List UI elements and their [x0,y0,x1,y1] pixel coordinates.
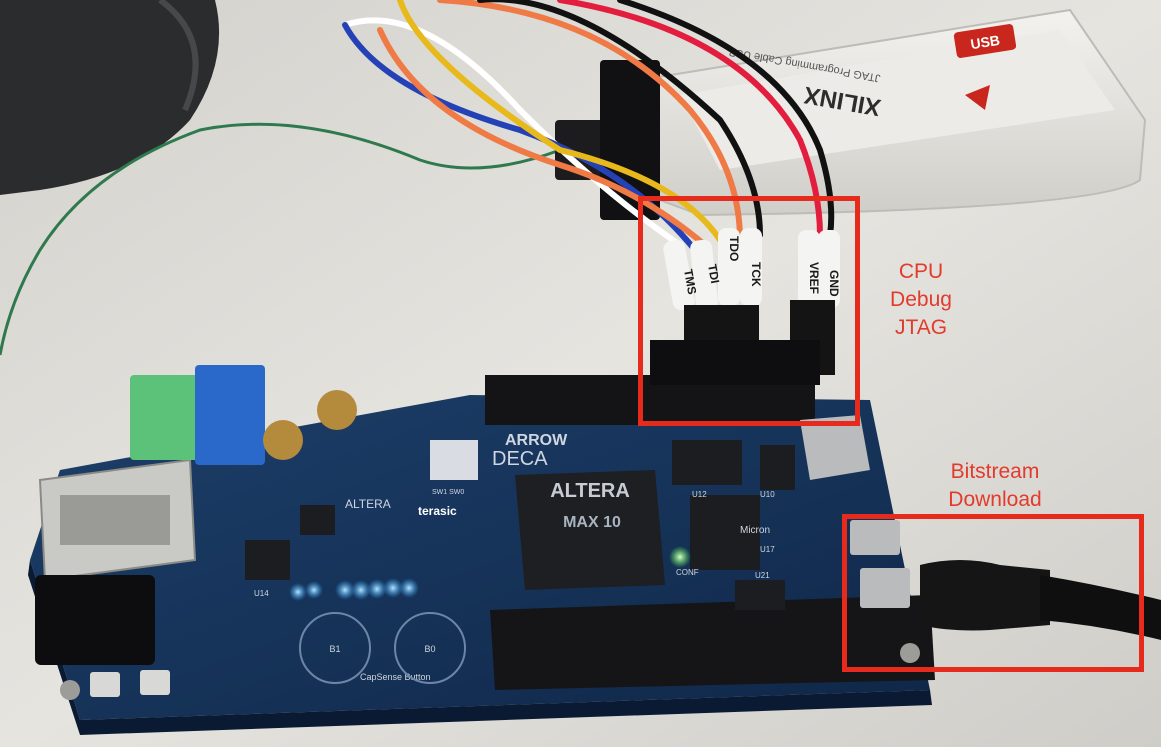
capsense-b1-label: B1 [329,644,340,654]
push-button-1 [90,672,120,697]
fpga-vendor-logo: ALTERA [550,480,630,502]
jtag-highlight-box [638,196,860,426]
jtag-callout-label: CPU Debug JTAG [890,260,952,339]
power-jack [35,575,155,665]
chip-u21 [735,580,785,610]
chip-u10 [760,445,795,490]
small-chip [300,505,335,535]
bitstream-highlight-box [842,514,1144,672]
u21-label: U21 [755,571,770,580]
u17-label: U17 [760,545,775,554]
slide-switches [430,440,478,480]
u10-label: U10 [760,490,775,499]
push-button-0 [140,670,170,695]
chip-u12 [672,440,742,485]
altera-silk: ALTERA [345,497,391,511]
audio-jack-blue [195,365,265,465]
chip-u14 [245,540,290,580]
u12-label: U12 [692,490,707,499]
micron-logo: Micron [740,525,770,536]
capsense-b0-label: B0 [424,644,435,654]
mount-screw-left [60,680,80,700]
switch-label: SW1 SW0 [432,489,464,496]
ethernet-port-opening [60,495,170,545]
sma-connector-left [263,420,303,460]
board-brand: DECA [492,448,548,470]
terasic-logo: terasic [418,504,457,518]
board-maker-logo: ARROW [505,432,568,449]
sma-connector-right [317,390,357,430]
fpga-part-text: MAX 10 [563,514,621,531]
bitstream-callout-label: Bitstream Download [948,460,1042,511]
audio-jack-green [130,375,200,460]
u14-label: U14 [254,589,269,598]
conf-label: CONF [676,568,699,577]
